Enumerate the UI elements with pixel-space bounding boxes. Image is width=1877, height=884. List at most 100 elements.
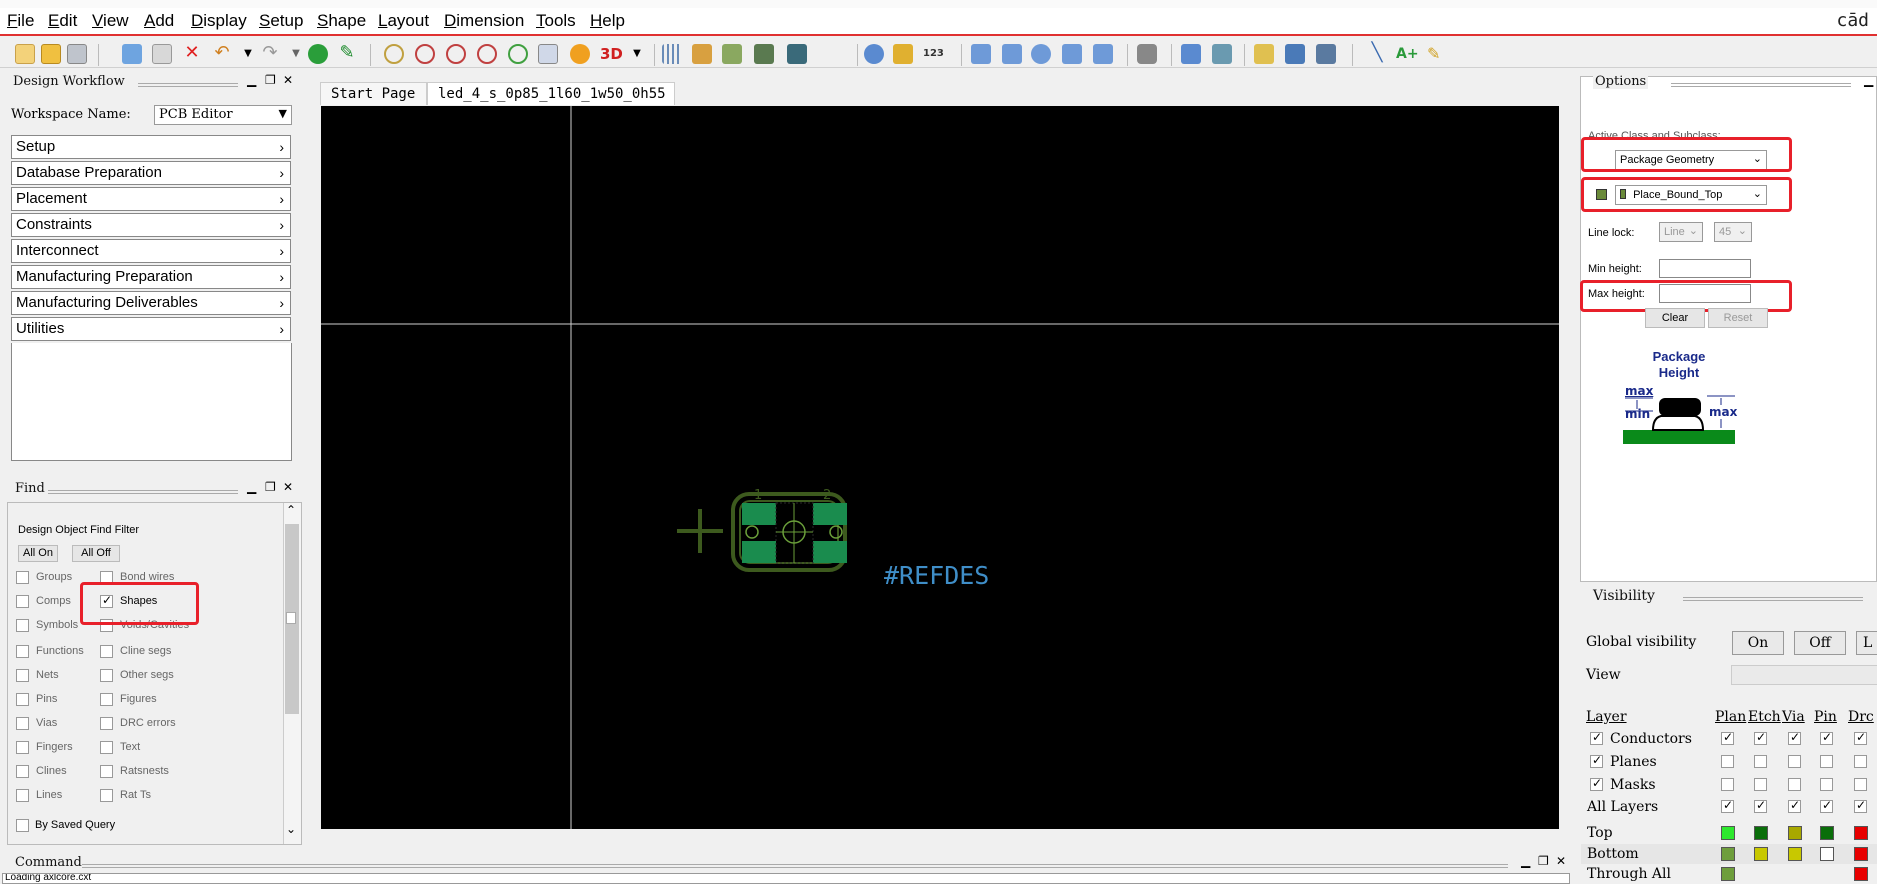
menu-layout[interactable]: Layout: [378, 11, 429, 31]
layer-visibility-checkbox[interactable]: [1721, 730, 1734, 745]
layer-visibility-checkbox[interactable]: [1788, 755, 1801, 768]
layer-color-swatch[interactable]: [1854, 867, 1868, 881]
layer-visibility-checkbox[interactable]: [1721, 798, 1734, 813]
tab-start-page[interactable]: Start Page: [320, 82, 427, 105]
workflow-item[interactable]: Setup ›: [11, 135, 291, 159]
panel-grip[interactable]: [138, 83, 238, 87]
layer-color-swatch[interactable]: [1854, 847, 1868, 861]
close-icon[interactable]: ✕: [283, 73, 293, 87]
rats-icon[interactable]: [308, 44, 328, 64]
layer-visibility-checkbox[interactable]: [1854, 798, 1867, 813]
workflow-item[interactable]: Manufacturing Deliverables ›: [11, 291, 291, 315]
workflow-item[interactable]: Placement ›: [11, 187, 291, 211]
delete-icon[interactable]: ✕: [182, 44, 202, 64]
layer-group-checkbox[interactable]: [1590, 776, 1603, 791]
zoom-in-icon[interactable]: [446, 44, 466, 64]
layer-group-checkbox[interactable]: [1590, 730, 1603, 745]
rect-shape-icon[interactable]: [1002, 44, 1022, 64]
layer-visibility-checkbox[interactable]: [1721, 755, 1734, 768]
tab-design[interactable]: led_4_s_0p85_1l60_1w50_0h55: [427, 82, 675, 105]
move-icon[interactable]: [122, 44, 142, 64]
layer-color-swatch[interactable]: [1721, 867, 1735, 881]
add-text-icon[interactable]: A+: [1396, 44, 1419, 64]
menu-setup[interactable]: Setup: [259, 11, 303, 31]
minimize-icon[interactable]: ▁: [247, 480, 256, 494]
zoom-previous-icon[interactable]: [508, 44, 528, 64]
panel-grip[interactable]: [48, 490, 238, 494]
command-log[interactable]: Loading axlcore.cxt: [2, 873, 1570, 884]
layers-icon[interactable]: [722, 44, 742, 64]
workflow-item[interactable]: Database Preparation ›: [11, 161, 291, 185]
layer-color-swatch[interactable]: [1820, 847, 1834, 861]
layer-visibility-checkbox[interactable]: [1820, 778, 1833, 791]
color-icon[interactable]: [692, 44, 712, 64]
chevron-down-icon[interactable]: ▼: [238, 44, 258, 64]
find-filter-checkbox[interactable]: [100, 645, 113, 658]
find-filter-checkbox[interactable]: [16, 669, 29, 682]
minimize-icon[interactable]: ▁: [1864, 73, 1873, 87]
chevron-down-icon[interactable]: ▼: [627, 44, 647, 64]
layer-color-swatch[interactable]: [1854, 826, 1868, 840]
workspace-select[interactable]: PCB Editor ▼: [154, 105, 292, 125]
new-file-icon[interactable]: [15, 44, 35, 64]
all-on-button[interactable]: All On: [18, 545, 58, 562]
zoom-out-icon[interactable]: [477, 44, 497, 64]
undo-icon[interactable]: ↶: [212, 44, 232, 64]
route-icon[interactable]: [1254, 44, 1274, 64]
find-filter-checkbox[interactable]: [16, 645, 29, 658]
workflow-item[interactable]: Utilities ›: [11, 317, 291, 341]
layer-color-swatch[interactable]: [1721, 826, 1735, 840]
pad[interactable]: [813, 503, 847, 525]
menu-help[interactable]: Help: [590, 11, 625, 31]
by-saved-query-checkbox[interactable]: [16, 819, 29, 832]
view-select[interactable]: [1731, 665, 1877, 685]
visibility-off-button[interactable]: Off: [1794, 631, 1846, 655]
grid-icon[interactable]: [662, 44, 682, 64]
workflow-item[interactable]: Manufacturing Preparation ›: [11, 265, 291, 289]
layer-color-swatch[interactable]: [1754, 826, 1768, 840]
layer-visibility-checkbox[interactable]: [1721, 778, 1734, 791]
layer-color-swatch[interactable]: [1788, 826, 1802, 840]
mail-icon[interactable]: [1212, 44, 1232, 64]
layer-color-swatch[interactable]: [1754, 847, 1768, 861]
add-line-icon[interactable]: ╲: [1367, 44, 1387, 64]
visibility-on-button[interactable]: On: [1732, 631, 1784, 655]
pad[interactable]: [742, 541, 776, 563]
restore-icon[interactable]: ❐: [1538, 854, 1549, 868]
camera-icon[interactable]: [1137, 44, 1157, 64]
led-footprint[interactable]: 1 2: [731, 488, 847, 572]
menu-tools[interactable]: Tools: [536, 11, 576, 31]
chevron-down-icon[interactable]: ▼: [286, 44, 306, 64]
find-filter-checkbox[interactable]: [16, 717, 29, 730]
layer-visibility-checkbox[interactable]: [1854, 755, 1867, 768]
edit-text-icon[interactable]: ✎: [1427, 44, 1447, 64]
design-canvas[interactable]: 1 2 #REFDES: [321, 106, 1559, 829]
layer-color-swatch[interactable]: [1820, 826, 1834, 840]
layer-group-checkbox[interactable]: [1590, 753, 1603, 768]
minimize-icon[interactable]: ▁: [1521, 854, 1530, 868]
reset-button[interactable]: Reset: [1708, 308, 1768, 328]
restore-icon[interactable]: ❐: [265, 73, 276, 87]
windows-icon[interactable]: [1181, 44, 1201, 64]
shadow-icon[interactable]: [754, 44, 774, 64]
zoom-points-icon[interactable]: [384, 44, 404, 64]
menu-edit[interactable]: Edit: [48, 11, 77, 31]
info-icon[interactable]: [864, 44, 884, 64]
close-icon[interactable]: ✕: [283, 480, 293, 494]
find-filter-checkbox[interactable]: [100, 693, 113, 706]
3d-view-icon[interactable]: 3D: [600, 44, 623, 64]
layer-visibility-checkbox[interactable]: [1820, 798, 1833, 813]
chevron-up-icon[interactable]: ⌃: [286, 503, 296, 517]
menu-shape[interactable]: Shape: [317, 11, 366, 31]
layer-visibility-checkbox[interactable]: [1754, 798, 1767, 813]
report-icon[interactable]: 123: [923, 44, 949, 64]
layer-visibility-checkbox[interactable]: [1820, 730, 1833, 745]
menu-view[interactable]: View: [92, 11, 129, 31]
measure-icon[interactable]: [893, 44, 913, 64]
layer-visibility-checkbox[interactable]: [1788, 730, 1801, 745]
pad[interactable]: [813, 541, 847, 563]
pin-icon[interactable]: ✎: [337, 44, 357, 64]
clear-button[interactable]: Clear: [1645, 308, 1705, 328]
layer-visibility-checkbox[interactable]: [1754, 755, 1767, 768]
line-lock-select[interactable]: Line ⌄: [1659, 222, 1703, 242]
